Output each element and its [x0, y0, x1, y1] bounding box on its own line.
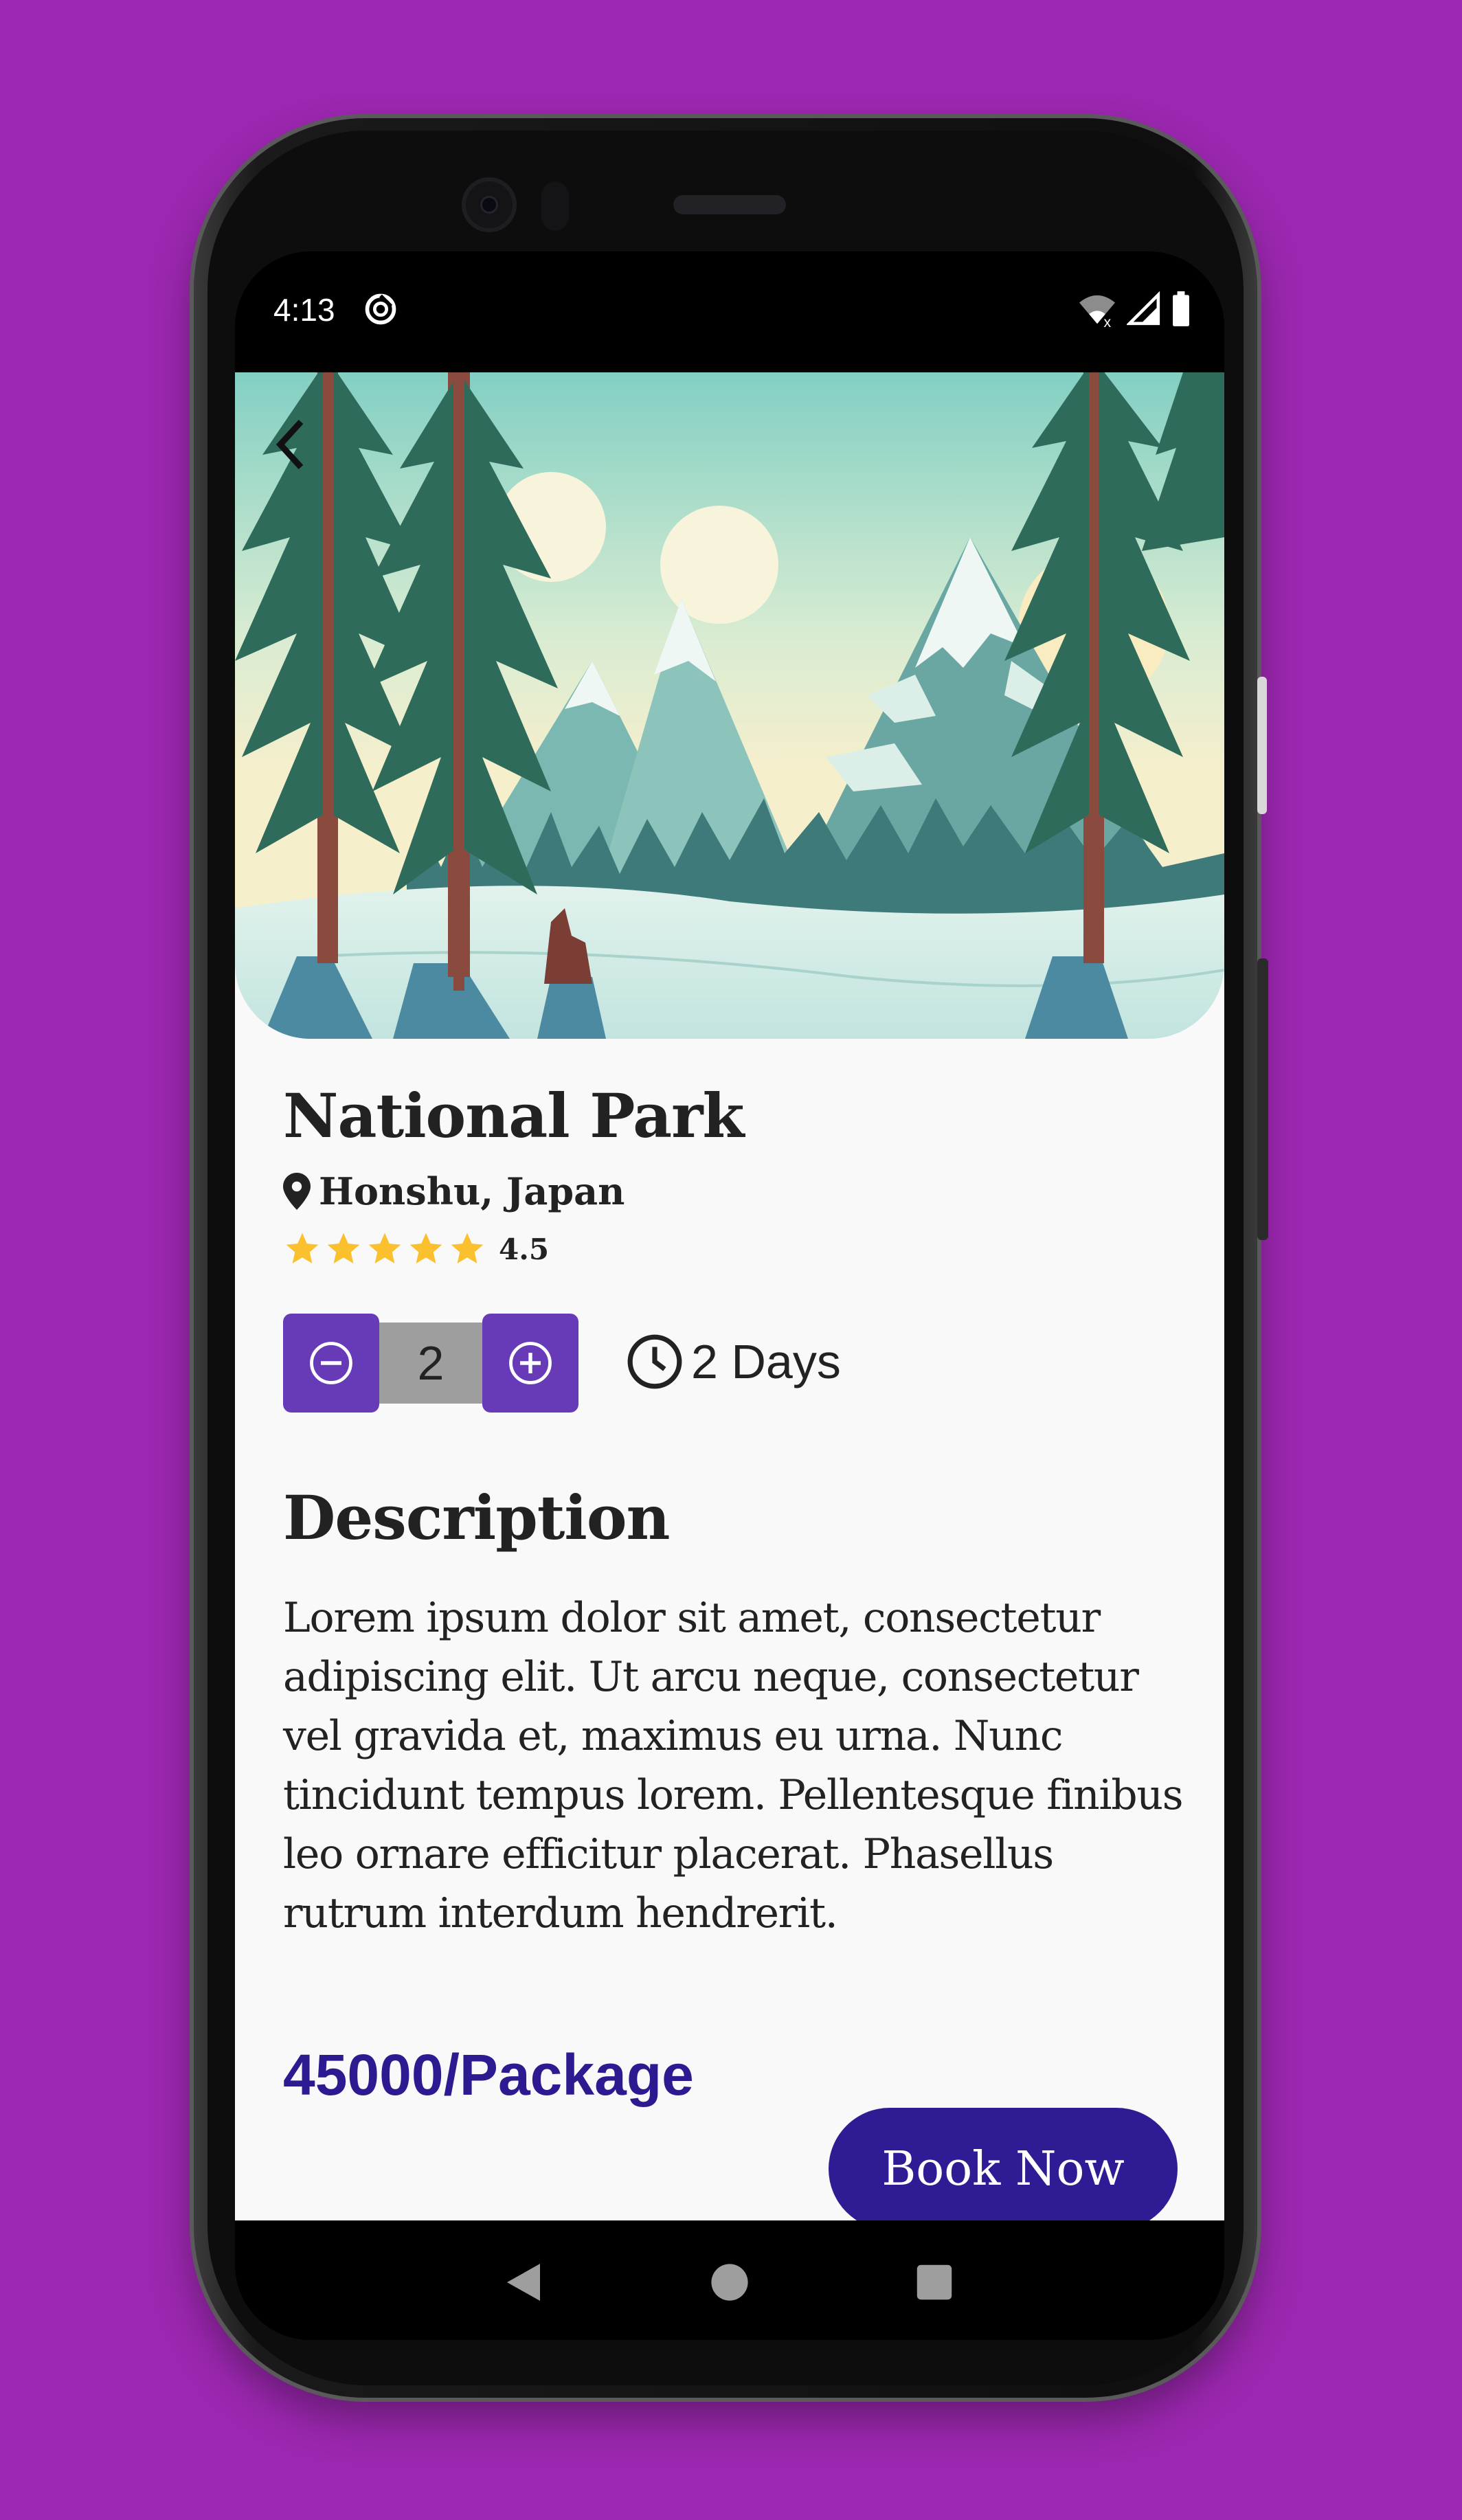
back-nav-icon	[507, 2264, 540, 2301]
status-time: 4:13	[273, 292, 335, 328]
nav-back-button[interactable]	[496, 2255, 551, 2310]
chevron-left-icon	[275, 419, 304, 470]
status-bar: 4:13 x	[235, 251, 1224, 372]
duration: 2 Days	[625, 1320, 841, 1403]
battery-icon	[1173, 291, 1189, 326]
minus-circle-icon	[310, 1342, 352, 1384]
dnd-icon	[365, 293, 396, 325]
price: 45000/Package	[283, 2043, 694, 2107]
screen: 4:13 x National Park Honshu, Japan 4.5 2…	[235, 251, 1224, 2340]
navigation-bar	[235, 2220, 1224, 2340]
nav-home-button[interactable]	[702, 2255, 757, 2310]
location: Honshu, Japan	[283, 1169, 625, 1213]
duration-text: 2 Days	[691, 1335, 841, 1388]
star-icon	[327, 1233, 360, 1263]
quantity-value: 2	[379, 1323, 482, 1404]
wifi-off-icon: x	[1079, 295, 1115, 327]
recents-nav-icon	[916, 2264, 952, 2300]
front-camera	[462, 177, 517, 232]
details-screen: National Park Honshu, Japan 4.5 2 2 Days…	[235, 372, 1224, 2220]
book-now-button[interactable]: Book Now	[829, 2108, 1178, 2230]
star-icon	[286, 1233, 319, 1263]
decrement-button[interactable]	[283, 1314, 379, 1413]
star-icon	[451, 1233, 484, 1263]
volume-button	[1257, 958, 1268, 1240]
map-pin-icon	[283, 1173, 311, 1210]
earpiece-speaker	[673, 195, 786, 214]
description-heading: Description	[283, 1482, 671, 1553]
hero-image	[235, 372, 1224, 1039]
back-button[interactable]	[268, 414, 317, 475]
home-nav-icon	[711, 2264, 748, 2301]
power-button	[1257, 677, 1267, 814]
rating-value: 4.5	[499, 1232, 550, 1266]
sensor	[541, 181, 569, 231]
clock-icon	[627, 1334, 682, 1389]
plus-circle-icon	[509, 1342, 552, 1384]
star-icon	[409, 1233, 442, 1263]
status-icons: x	[1077, 291, 1191, 327]
nav-recents-button[interactable]	[907, 2255, 962, 2310]
star-icon	[368, 1233, 401, 1263]
increment-button[interactable]	[482, 1314, 578, 1413]
quantity-stepper: 2	[283, 1314, 578, 1413]
signal-icon	[1127, 291, 1160, 326]
rating: 4.5	[283, 1230, 549, 1268]
location-text: Honshu, Japan	[319, 1169, 625, 1213]
svg-text:x: x	[1103, 314, 1111, 327]
description-text: Lorem ipsum dolor sit amet, consectetur …	[283, 1594, 1184, 1937]
mountain-landscape-illustration	[235, 372, 1224, 1039]
page-title: National Park	[283, 1080, 744, 1151]
